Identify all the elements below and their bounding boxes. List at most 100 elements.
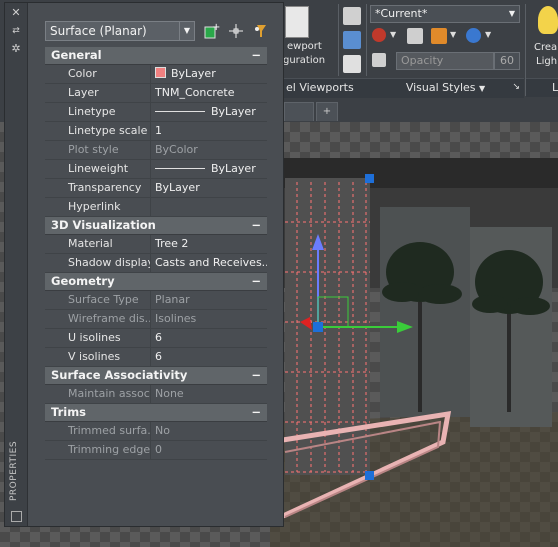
property-row[interactable]: Maintain assoc... None <box>45 385 267 404</box>
viewport-config-icon <box>285 6 309 38</box>
dialog-launcher-icon[interactable]: ↘ <box>512 79 520 96</box>
property-name: Trimming edges <box>45 441 151 459</box>
palette-menu-icon[interactable] <box>11 511 22 522</box>
property-row[interactable]: Wireframe dis... Isolines <box>45 310 267 329</box>
section-header[interactable]: Surface Associativity − <box>45 367 267 385</box>
edge-effects-dropdown-icon[interactable]: ▼ <box>450 30 456 39</box>
property-value: Isolines <box>152 310 267 328</box>
property-value[interactable]: ByLayer <box>152 160 267 178</box>
opacity-slider[interactable]: Opacity <box>396 52 494 70</box>
property-value[interactable]: ByLayer <box>152 103 267 121</box>
collapse-icon[interactable]: − <box>251 273 261 290</box>
section-header[interactable]: Trims − <box>45 404 267 422</box>
collapse-icon[interactable]: − <box>251 47 261 64</box>
property-value[interactable]: Casts and Receives... <box>152 254 267 272</box>
property-value[interactable]: Tree 2 <box>152 235 267 253</box>
opacity-placeholder: Opacity <box>401 54 444 67</box>
property-value[interactable]: 6 <box>152 348 267 366</box>
property-value[interactable]: ByLayer <box>152 179 267 197</box>
section-label: General <box>51 48 102 62</box>
property-value-text: None <box>155 387 184 400</box>
property-name: Wireframe dis... <box>45 310 151 328</box>
property-name: Trimmed surfa... <box>45 422 151 440</box>
property-value[interactable] <box>152 198 267 216</box>
viewport-configuration-button[interactable]: ewport guration <box>283 6 335 72</box>
join-viewports-icon[interactable] <box>343 31 361 49</box>
svg-text:+: + <box>212 22 220 33</box>
line-preview-icon <box>155 168 205 169</box>
named-viewports-icon[interactable] <box>343 7 361 25</box>
drawing-tab[interactable] <box>284 102 314 121</box>
palette-settings-icon[interactable]: ✲ <box>10 43 22 55</box>
visual-style-dropdown[interactable]: *Current* ▼ <box>370 5 520 23</box>
property-name: Linetype scale <box>45 122 151 140</box>
materials-dropdown-icon[interactable]: ▼ <box>485 30 491 39</box>
plus-icon: + <box>322 106 332 117</box>
shadows-icon[interactable] <box>407 28 423 44</box>
property-grid: General − Color ByLayer Layer TNM_Concrete Lin… <box>45 47 267 460</box>
property-row[interactable]: Layer TNM_Concrete <box>45 84 267 103</box>
property-row[interactable]: V isolines 6 <box>45 348 267 367</box>
collapse-icon[interactable]: − <box>251 404 261 421</box>
lights-panel-title[interactable]: L <box>526 78 558 97</box>
select-objects-icon[interactable] <box>226 21 246 41</box>
visual-styles-panel-title[interactable]: Visual Styles ▼ ↘ <box>367 78 524 98</box>
object-type-dropdown[interactable]: Surface (Planar) ▼ <box>45 21 195 41</box>
property-row[interactable]: Surface Type Planar <box>45 291 267 310</box>
restore-viewport-icon[interactable] <box>343 55 361 73</box>
property-value[interactable]: ByLayer <box>152 65 267 83</box>
edge-effects-icon[interactable] <box>431 28 447 44</box>
section-header[interactable]: 3D Visualization − <box>45 217 267 235</box>
create-light-label: Crea <box>534 42 558 53</box>
collapse-icon[interactable]: − <box>251 367 261 384</box>
lights-panel-label: L <box>552 81 558 94</box>
property-row[interactable]: Material Tree 2 <box>45 235 267 254</box>
new-tab-button[interactable]: + <box>316 102 338 121</box>
property-value[interactable]: TNM_Concrete <box>152 84 267 102</box>
close-icon[interactable]: ✕ <box>10 7 22 19</box>
property-row[interactable]: Linetype scale 1 <box>45 122 267 141</box>
x-ray-icon[interactable] <box>372 28 386 42</box>
property-name: Transparency <box>45 179 151 197</box>
property-name: Hyperlink <box>45 198 151 216</box>
palette-title-strip[interactable]: ✕ ⇄ ✲ PROPERTIES <box>5 3 28 526</box>
property-row[interactable]: Trimming edges 0 <box>45 441 267 460</box>
property-row[interactable]: Linetype ByLayer <box>45 103 267 122</box>
section-label: 3D Visualization <box>51 218 156 232</box>
property-row[interactable]: Transparency ByLayer <box>45 179 267 198</box>
property-value-text: Planar <box>155 293 190 306</box>
property-value: No <box>152 422 267 440</box>
property-value-text: ByLayer <box>211 162 256 175</box>
property-row[interactable]: U isolines 6 <box>45 329 267 348</box>
chevron-down-icon: ▼ <box>479 84 486 93</box>
materials-icon[interactable] <box>466 28 481 43</box>
auto-hide-icon[interactable]: ⇄ <box>10 25 22 37</box>
section-label: Trims <box>51 405 87 419</box>
create-light-button[interactable]: Crea Ligh <box>530 4 558 70</box>
grip-top[interactable] <box>365 174 374 183</box>
section-header[interactable]: General − <box>45 47 267 65</box>
tree-panel <box>380 207 470 417</box>
quick-select-icon[interactable] <box>251 21 271 41</box>
collapse-icon[interactable]: − <box>251 217 261 234</box>
gizmo-origin[interactable] <box>313 322 323 332</box>
opacity-value-field[interactable]: 60 <box>494 52 520 70</box>
property-value[interactable]: 6 <box>152 329 267 347</box>
grip-bottom[interactable] <box>365 471 374 480</box>
toggle-pickadd-icon[interactable]: + <box>201 21 221 41</box>
property-row[interactable]: Shadow display Casts and Receives... <box>45 254 267 273</box>
property-value-text: No <box>155 424 170 437</box>
property-row[interactable]: Trimmed surfa... No <box>45 422 267 441</box>
viewports-panel-title[interactable]: el Viewports <box>283 78 368 98</box>
properties-palette: ✕ ⇄ ✲ PROPERTIES Surface (Planar) ▼ + Ge… <box>4 2 284 527</box>
property-row[interactable]: Hyperlink <box>45 198 267 217</box>
property-row[interactable]: Lineweight ByLayer <box>45 160 267 179</box>
property-value-text: 1 <box>155 124 162 137</box>
opacity-icon[interactable] <box>372 53 386 67</box>
section-header[interactable]: Geometry − <box>45 273 267 291</box>
palette-body: Surface (Planar) ▼ + General − Color ByLaye… <box>27 3 283 526</box>
property-value[interactable]: 1 <box>152 122 267 140</box>
property-row[interactable]: Plot style ByColor <box>45 141 267 160</box>
property-row[interactable]: Color ByLayer <box>45 65 267 84</box>
x-ray-dropdown-icon[interactable]: ▼ <box>390 30 396 39</box>
